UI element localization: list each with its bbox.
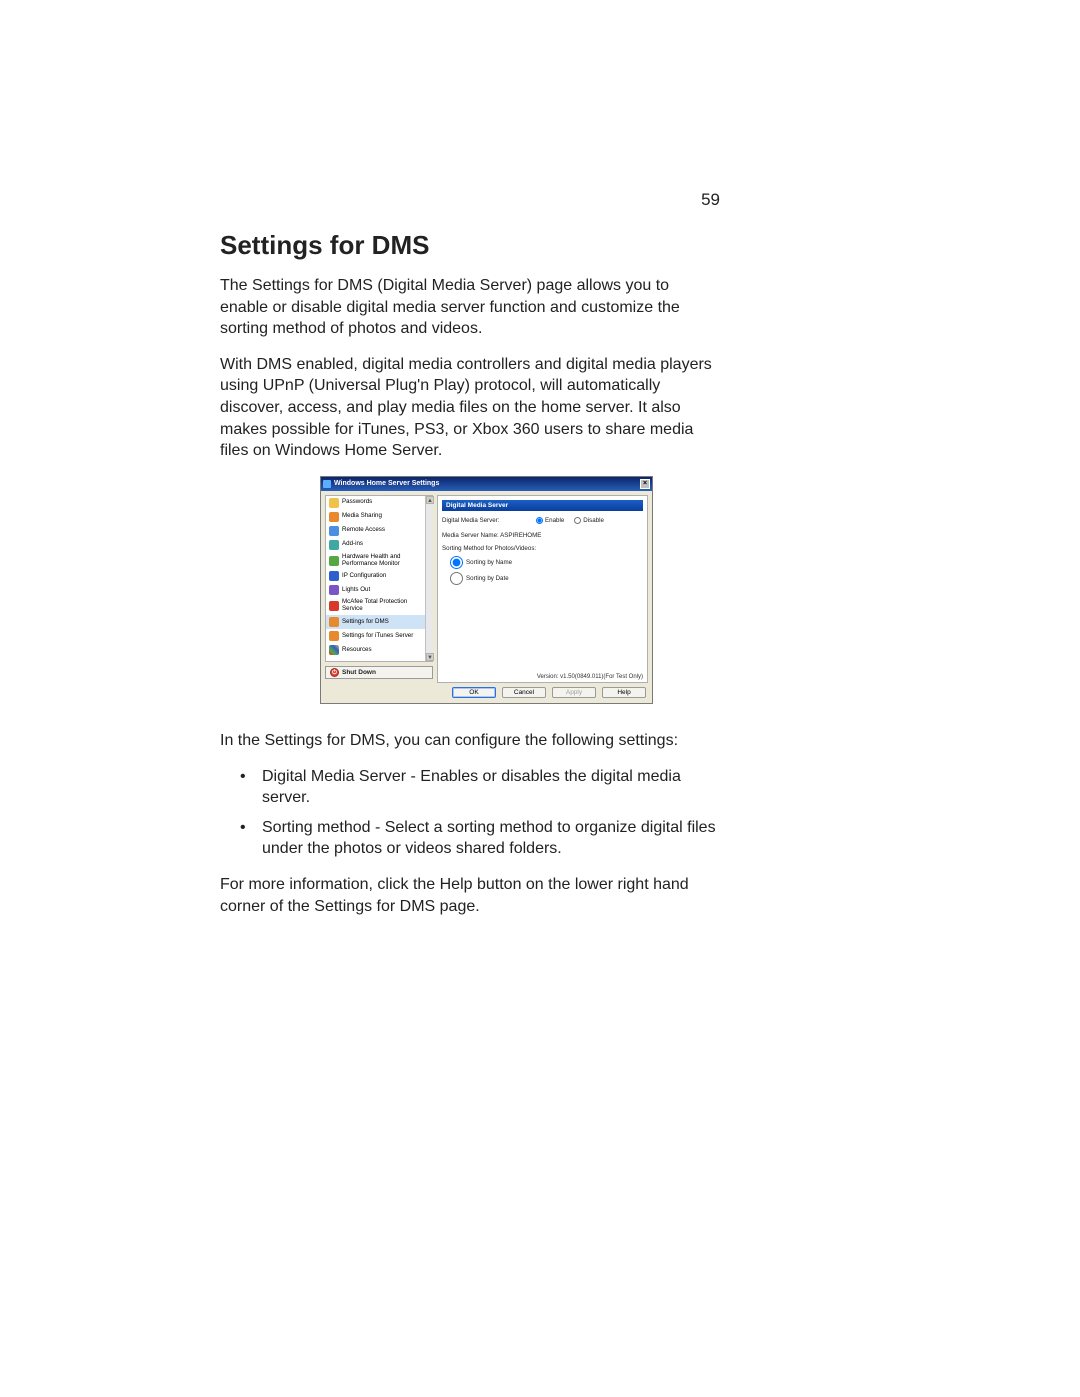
version-text: Version: v1.50(0849.011)(For Test Only)	[537, 674, 643, 680]
sidebar-item-label: Remote Access	[342, 527, 385, 534]
enable-radio-input[interactable]	[536, 517, 543, 524]
sidebar-item-label: Lights Out	[342, 587, 370, 594]
shutdown-label: Shut Down	[342, 669, 376, 676]
sidebar-item-hardware-health[interactable]: Hardware Health and Performance Monitor	[326, 552, 432, 570]
media-icon	[329, 512, 339, 522]
dms-panel: Digital Media Server Digital Media Serve…	[437, 495, 648, 683]
key-icon	[329, 498, 339, 508]
sort-date-radio-input[interactable]	[450, 572, 463, 585]
paragraph-1: The Settings for DMS (Digital Media Serv…	[220, 275, 720, 340]
sidebar-item-lights-out[interactable]: Lights Out	[326, 583, 432, 597]
server-name-label: Media Server Name:	[442, 532, 499, 539]
sidebar-item-ip-config[interactable]: IP Configuration	[326, 569, 432, 583]
scroll-up-icon[interactable]: ▲	[426, 496, 434, 504]
disable-radio-label: Disable	[583, 517, 604, 524]
sidebar-item-addins[interactable]: Add-ins	[326, 538, 432, 552]
server-name-value: ASPIREHOME	[500, 532, 541, 539]
panel-header: Digital Media Server	[442, 500, 643, 511]
page-content: Settings for DMS The Settings for DMS (D…	[220, 230, 720, 931]
sidebar-item-mcafee[interactable]: McAfee Total Protection Service	[326, 597, 432, 615]
sidebar-item-label: Passwords	[342, 499, 372, 506]
close-icon[interactable]: ×	[640, 479, 650, 489]
cancel-button[interactable]: Cancel	[502, 687, 546, 698]
disable-radio[interactable]: Disable	[574, 517, 604, 524]
enable-radio-label: Enable	[545, 517, 564, 524]
page-number: 59	[220, 190, 720, 210]
sidebar-item-label: IP Configuration	[342, 573, 386, 580]
power-icon: ⏻	[330, 668, 339, 677]
itunes-icon	[329, 631, 339, 641]
sidebar-item-media-sharing[interactable]: Media Sharing	[326, 510, 432, 524]
addin-icon	[329, 540, 339, 550]
apply-button[interactable]: Apply	[552, 687, 596, 698]
scroll-down-icon[interactable]: ▼	[426, 653, 434, 661]
sort-label: Sorting Method for Photos/Videos:	[442, 545, 643, 552]
sidebar-scrollbar[interactable]: ▲ ▼	[425, 496, 433, 661]
sidebar-item-resources[interactable]: Resources	[326, 643, 432, 657]
settings-dialog: Windows Home Server Settings × Passwords…	[320, 476, 653, 704]
monitor-icon	[329, 556, 339, 566]
bulb-icon	[329, 585, 339, 595]
sort-date-radio-label: Sorting by Date	[466, 575, 509, 582]
bullet-item: Sorting method - Select a sorting method…	[220, 817, 720, 860]
globe-icon	[329, 526, 339, 536]
sort-by-name-radio[interactable]: Sorting by Name	[450, 556, 643, 569]
shutdown-button[interactable]: ⏻ Shut Down	[325, 666, 433, 679]
dialog-button-row: OK Cancel Apply Help	[321, 683, 652, 703]
bullet-item: Digital Media Server - Enables or disabl…	[220, 766, 720, 809]
disable-radio-input[interactable]	[574, 517, 581, 524]
dms-enable-row: Digital Media Server: Enable Disable	[442, 517, 643, 524]
paragraph-4: For more information, click the Help but…	[220, 874, 720, 917]
sidebar-item-label: Settings for DMS	[342, 619, 389, 626]
sidebar-item-label: Add-ins	[342, 541, 363, 548]
sidebar-item-passwords[interactable]: Passwords	[326, 496, 432, 510]
sidebar-item-remote-access[interactable]: Remote Access	[326, 524, 432, 538]
paragraph-2: With DMS enabled, digital media controll…	[220, 354, 720, 462]
server-name-row: Media Server Name: ASPIREHOME	[442, 532, 643, 539]
paragraph-3: In the Settings for DMS, you can configu…	[220, 730, 720, 752]
sort-by-date-radio[interactable]: Sorting by Date	[450, 572, 643, 585]
window-icon	[323, 480, 331, 488]
dms-row-label: Digital Media Server:	[442, 517, 526, 524]
ok-button[interactable]: OK	[452, 687, 496, 698]
resources-icon	[329, 645, 339, 655]
sidebar-item-label: Settings for iTunes Server	[342, 633, 413, 640]
help-button[interactable]: Help	[602, 687, 646, 698]
enable-radio[interactable]: Enable	[536, 517, 564, 524]
sidebar-item-label: Media Sharing	[342, 513, 382, 520]
shield-icon	[329, 601, 339, 611]
dialog-titlebar: Windows Home Server Settings ×	[321, 477, 652, 491]
dialog-title: Windows Home Server Settings	[334, 480, 439, 487]
sort-name-radio-label: Sorting by Name	[466, 559, 512, 566]
sidebar-item-label: Hardware Health and Performance Monitor	[342, 554, 429, 568]
sidebar-item-itunes[interactable]: Settings for iTunes Server	[326, 629, 432, 643]
sort-name-radio-input[interactable]	[450, 556, 463, 569]
page-heading: Settings for DMS	[220, 230, 720, 261]
network-icon	[329, 571, 339, 581]
sidebar-item-label: McAfee Total Protection Service	[342, 599, 429, 613]
sidebar-item-dms[interactable]: Settings for DMS	[326, 615, 432, 629]
settings-bullet-list: Digital Media Server - Enables or disabl…	[220, 766, 720, 860]
dms-icon	[329, 617, 339, 627]
settings-sidebar: Passwords Media Sharing Remote Access	[325, 495, 433, 662]
sidebar-item-label: Resources	[342, 647, 372, 654]
